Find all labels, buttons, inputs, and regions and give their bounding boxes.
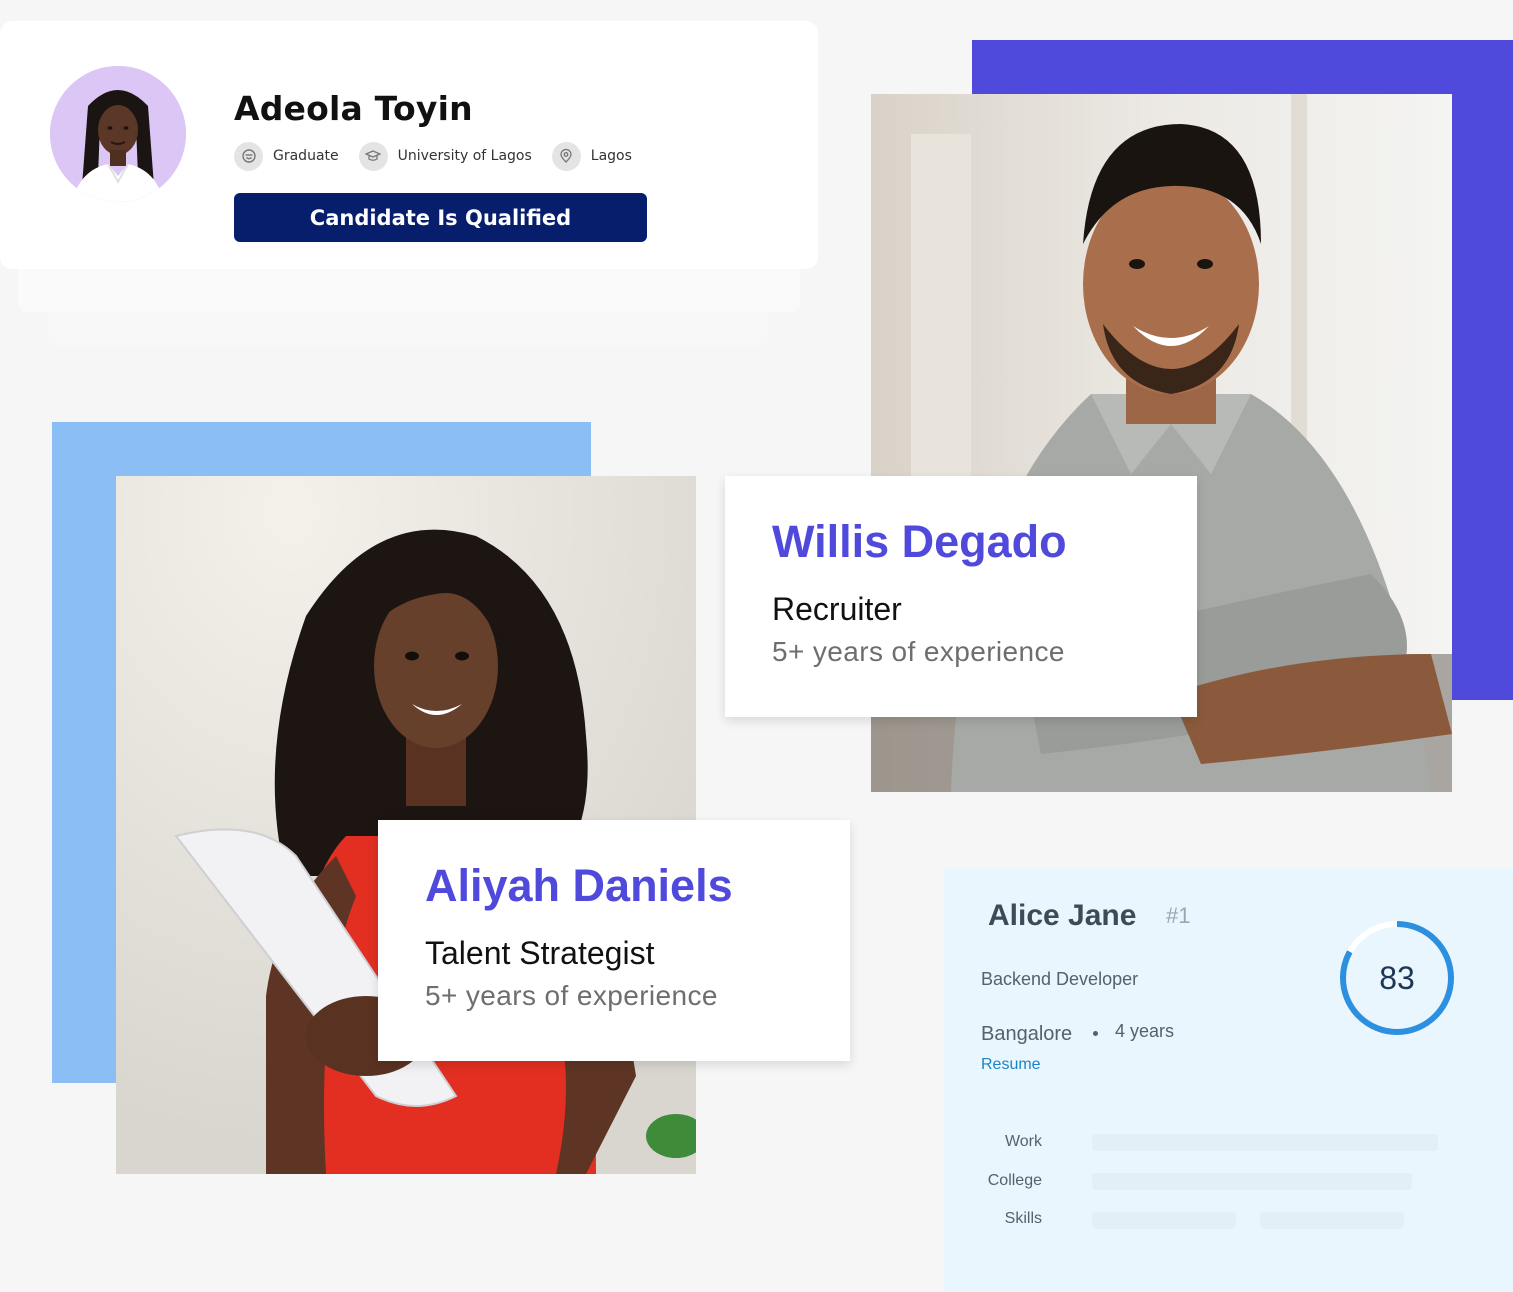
score-value: 83: [1379, 959, 1415, 996]
candidate-card: Adeola Toyin Graduate University of Lago…: [0, 21, 818, 269]
profile-role: Talent Strategist: [425, 935, 655, 971]
meta-university-label: University of Lagos: [397, 148, 532, 164]
candidate-qualified-button[interactable]: Candidate Is Qualified: [234, 193, 647, 242]
row-label-skills: Skills: [1004, 1210, 1042, 1227]
row-label-college: College: [987, 1172, 1042, 1189]
profile-experience: 5+ years of experience: [425, 980, 718, 1011]
skills-placeholder-bar-1: [1092, 1212, 1236, 1229]
work-placeholder-bar: [1092, 1134, 1438, 1151]
ranking-panel: Alice Jane #1 Backend Developer Bangalor…: [944, 868, 1513, 1292]
ranked-candidate-name: Alice Jane: [988, 899, 1137, 932]
candidate-meta-row: Graduate University of Lagos Lagos: [234, 141, 652, 171]
meta-education-level: Graduate: [234, 141, 339, 171]
mortarboard-icon: [358, 141, 388, 171]
separator-dot: [1093, 1031, 1098, 1036]
ranked-candidate-role: Backend Developer: [981, 969, 1139, 989]
profile-card-willis: Willis Degado Recruiter 5+ years of expe…: [725, 476, 1197, 717]
profile-name: Aliyah Daniels: [425, 860, 733, 911]
profile-name: Willis Degado: [772, 516, 1067, 567]
candidate-name: Adeola Toyin: [234, 89, 473, 128]
profile-experience: 5+ years of experience: [772, 636, 1065, 667]
ranked-candidate-city: Bangalore: [981, 1023, 1073, 1045]
rank-badge: #1: [1166, 903, 1191, 928]
resume-link[interactable]: Resume: [981, 1056, 1041, 1074]
skills-placeholder-bar-2: [1260, 1212, 1404, 1229]
profile-role: Recruiter: [772, 591, 902, 627]
meta-university: University of Lagos: [358, 141, 532, 171]
profile-card-aliyah: Aliyah Daniels Talent Strategist 5+ year…: [378, 820, 850, 1061]
graduate-icon: [234, 141, 263, 171]
college-placeholder-bar: [1092, 1173, 1412, 1190]
meta-location-label: Lagos: [590, 148, 632, 164]
candidate-avatar: [50, 66, 186, 202]
ranked-candidate-experience: 4 years: [1115, 1021, 1175, 1041]
meta-location: Lagos: [551, 141, 632, 171]
meta-education-label: Graduate: [273, 148, 339, 164]
location-pin-icon: [551, 141, 581, 171]
row-label-work: Work: [1004, 1133, 1042, 1150]
